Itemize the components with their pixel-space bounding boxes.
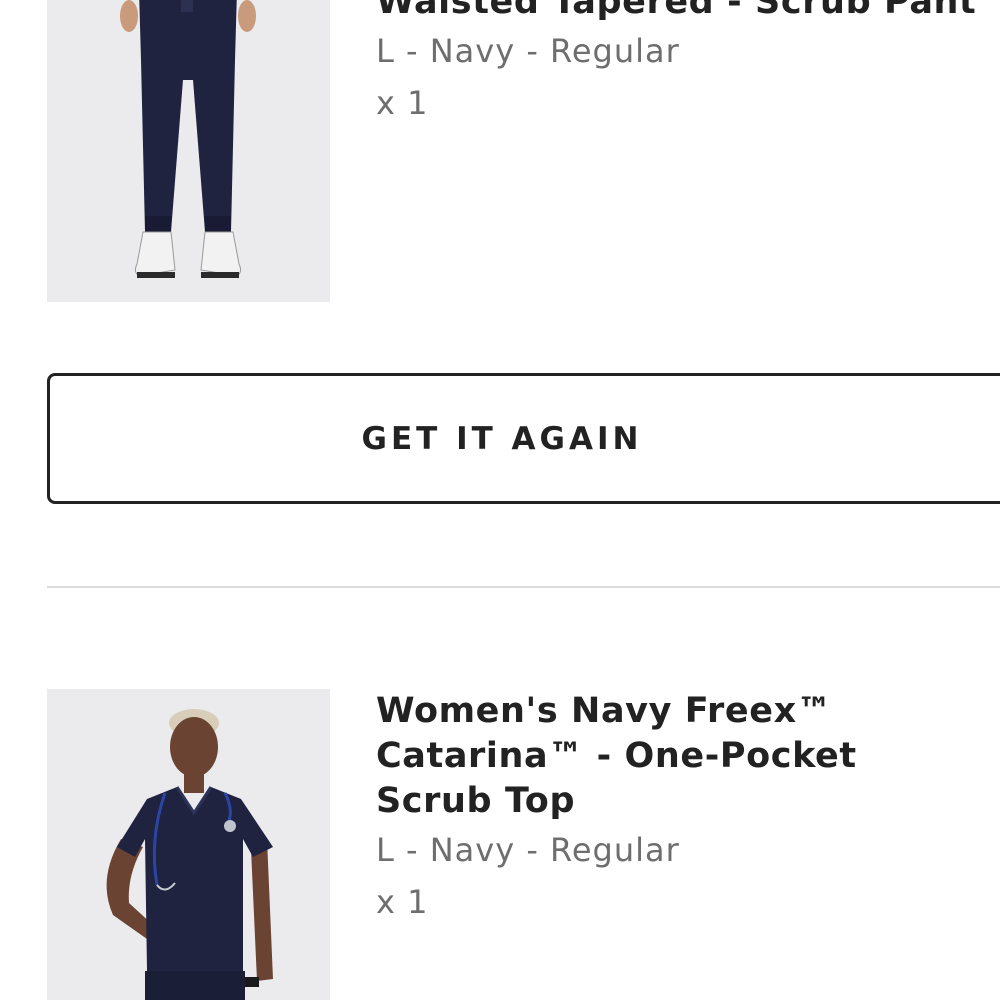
get-it-again-button[interactable]: GET IT AGAIN <box>47 373 1000 504</box>
order-item-details: Women's Navy Freex™ Catarina™ - One-Pock… <box>376 689 986 928</box>
scrub-top-photo[interactable] <box>47 689 330 1000</box>
product-variant: L - Navy - Regular <box>376 831 680 869</box>
order-item: Waisted Tapered - Scrub Pant L - Navy - … <box>47 0 986 302</box>
scrub-top-image <box>47 689 330 1000</box>
product-variant: L - Navy - Regular <box>376 32 680 70</box>
product-title[interactable]: Waisted Tapered - Scrub Pant <box>376 0 986 25</box>
scrub-pant-photo[interactable] <box>47 0 330 302</box>
order-item-details: Waisted Tapered - Scrub Pant L - Navy - … <box>376 0 986 129</box>
product-quantity: x 1 <box>376 883 429 921</box>
scrub-pant-image <box>47 0 330 302</box>
product-quantity: x 1 <box>376 84 429 122</box>
product-title[interactable]: Women's Navy Freex™ Catarina™ - One-Pock… <box>376 689 976 824</box>
order-history-page: Waisted Tapered - Scrub Pant L - Navy - … <box>0 0 1000 1000</box>
order-item: Women's Navy Freex™ Catarina™ - One-Pock… <box>47 689 986 1000</box>
get-it-again-label: GET IT AGAIN <box>361 420 643 457</box>
divider <box>47 586 1000 588</box>
